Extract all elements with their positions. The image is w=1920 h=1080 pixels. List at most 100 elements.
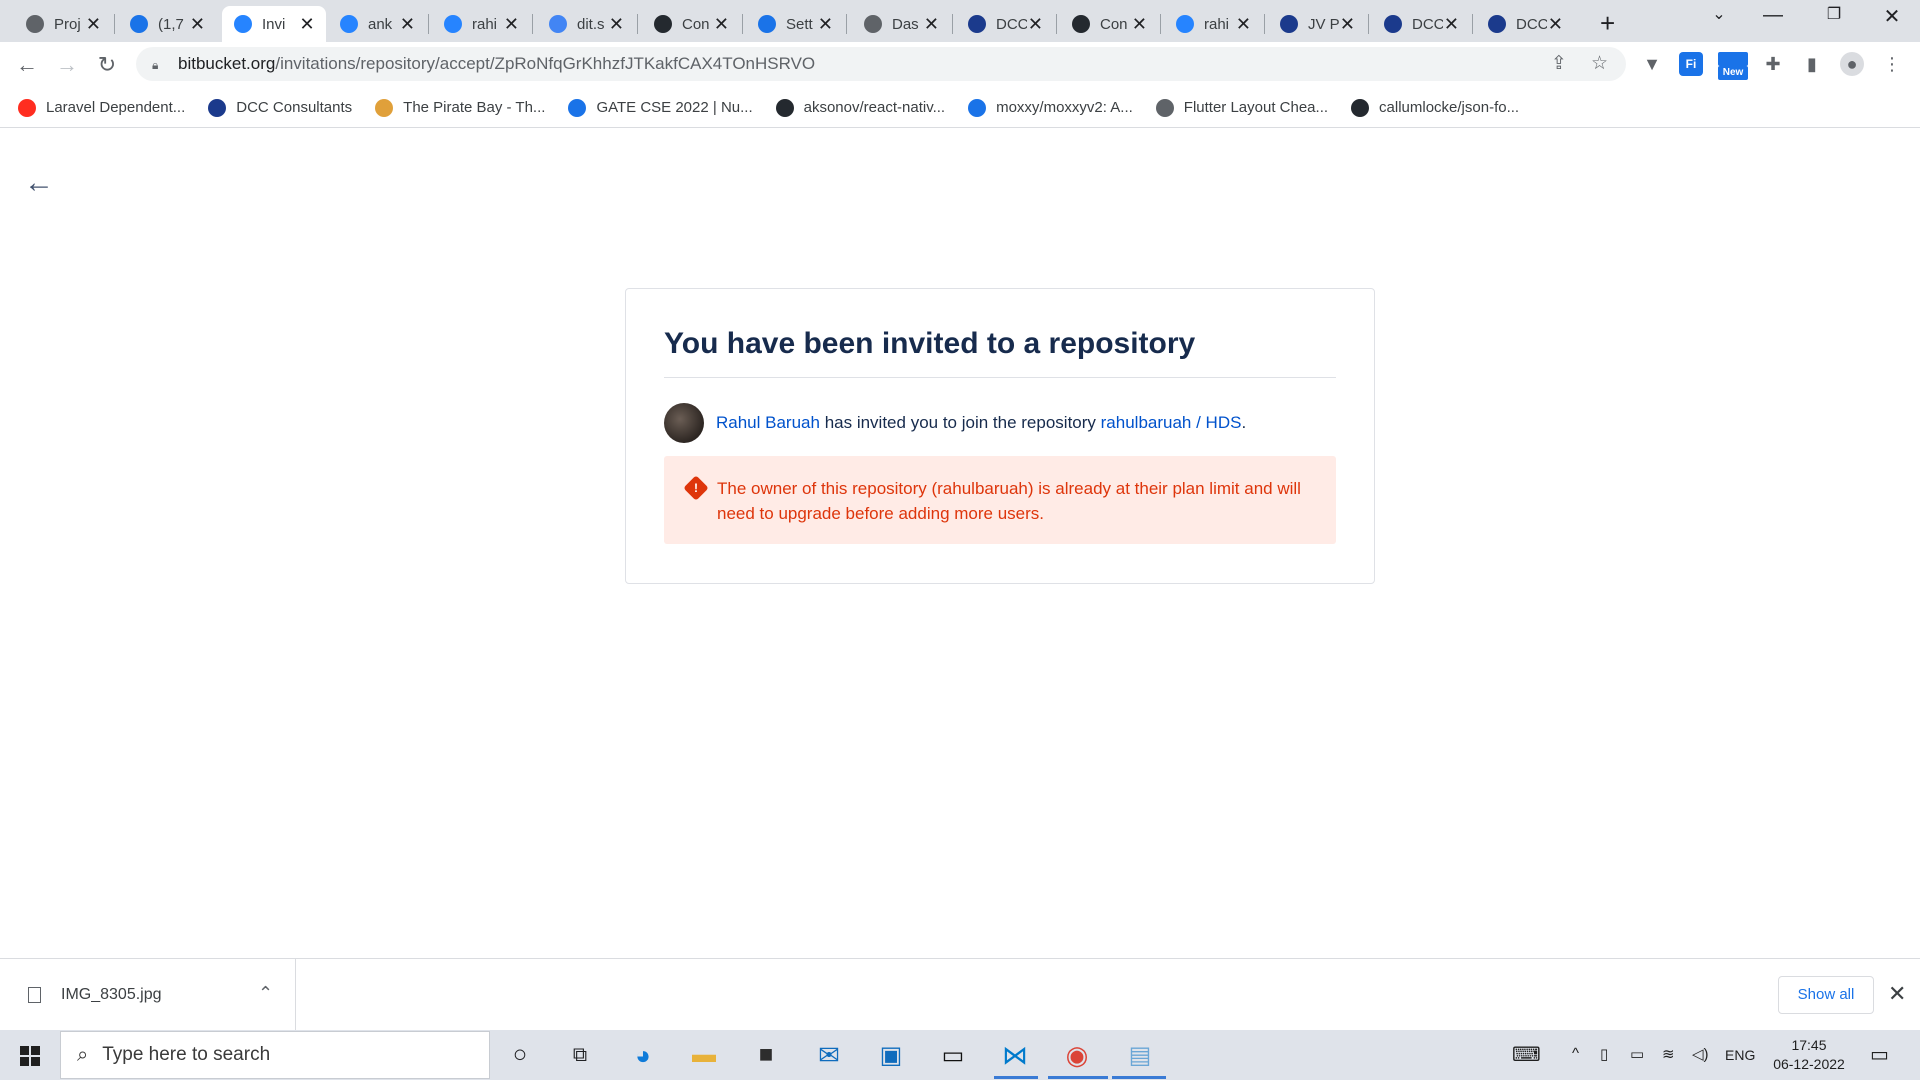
vuetify-extension-icon[interactable]: ▼ xyxy=(1640,52,1664,76)
close-tab-icon[interactable]: ✕ xyxy=(1443,14,1460,35)
cortana-icon[interactable]: ○ xyxy=(503,1038,537,1072)
mail-icon[interactable]: ✉ xyxy=(812,1038,846,1072)
gear-icon xyxy=(758,15,776,33)
device-icon[interactable]: ▯ xyxy=(1600,1045,1608,1063)
keyboard-icon[interactable]: ⌨ xyxy=(1512,1042,1541,1067)
minimize-button[interactable]: — xyxy=(1753,4,1793,27)
browser-tab[interactable]: Proj ✕ xyxy=(14,6,112,42)
tab-title: DCC xyxy=(996,15,1027,33)
profile-avatar-icon[interactable]: ● xyxy=(1840,52,1864,76)
repository-link[interactable]: rahulbaruah / HDS xyxy=(1101,413,1242,433)
browser-tab[interactable]: Con ✕ xyxy=(1060,6,1158,42)
browser-tab[interactable]: Sett ✕ xyxy=(746,6,844,42)
tab-title: JV P xyxy=(1308,15,1339,33)
close-tab-icon[interactable]: ✕ xyxy=(1235,14,1252,35)
tab-separator xyxy=(114,14,115,34)
browser-tab[interactable]: Con ✕ xyxy=(642,6,740,42)
browser-tab[interactable]: DCC ✕ xyxy=(956,6,1054,42)
edge-icon[interactable]: ◕ xyxy=(626,1038,660,1072)
notifications-icon[interactable]: ▭ xyxy=(1870,1042,1889,1067)
address-bar[interactable]: 🔒︎ bitbucket.org/invitations/repository/… xyxy=(136,47,1626,81)
store-icon[interactable]: ■ xyxy=(749,1038,783,1072)
close-tab-icon[interactable]: ✕ xyxy=(1339,14,1356,35)
browser-tab[interactable]: rahi ✕ xyxy=(432,6,530,42)
close-tab-icon[interactable]: ✕ xyxy=(608,14,625,35)
chevron-up-icon[interactable]: ⌃ xyxy=(258,983,273,1004)
new-tab-button[interactable]: + xyxy=(1600,8,1615,39)
bookmark-label: GATE CSE 2022 | Nu... xyxy=(596,99,753,116)
close-tab-icon[interactable]: ✕ xyxy=(817,14,834,35)
terminal-icon[interactable]: ▭ xyxy=(936,1038,970,1072)
browser-tab[interactable]: (1,7 ✕ xyxy=(118,6,216,42)
side-panel-icon[interactable]: ▮ xyxy=(1800,52,1824,76)
close-tab-icon[interactable]: ✕ xyxy=(1027,14,1044,35)
notepad-icon[interactable]: ▤ xyxy=(1123,1038,1157,1072)
tab-title: Con xyxy=(1100,15,1128,33)
moxxy-icon xyxy=(968,98,987,117)
new-extension-icon[interactable]: New xyxy=(1718,52,1748,80)
browser-tab[interactable]: DCC ✕ xyxy=(1372,6,1470,42)
tab-title: dit.s xyxy=(577,15,605,33)
forward-button[interactable]: → xyxy=(52,50,82,80)
back-arrow-icon[interactable]: ← xyxy=(24,166,54,200)
bookmark-star-icon[interactable]: ☆ xyxy=(1591,52,1608,75)
language-indicator[interactable]: ENG xyxy=(1725,1047,1755,1063)
close-tab-icon[interactable]: ✕ xyxy=(399,14,416,35)
show-hidden-icons-chevron[interactable]: ^ xyxy=(1572,1045,1579,1062)
tab-search-chevron-icon[interactable]: ⌄ xyxy=(1699,4,1739,24)
bookmark-item[interactable]: The Pirate Bay - Th... xyxy=(375,98,545,117)
extensions-puzzle-icon[interactable]: ✚ xyxy=(1761,52,1785,76)
close-tab-icon[interactable]: ✕ xyxy=(1131,14,1148,35)
close-window-button[interactable]: ✕ xyxy=(1872,4,1912,29)
bookmark-label: moxxy/moxxyv2: A... xyxy=(996,99,1133,116)
browser-tab[interactable]: DCC ✕ xyxy=(1476,6,1574,42)
lock-icon[interactable]: 🔒︎ xyxy=(152,58,164,72)
windows-start-icon[interactable] xyxy=(20,1046,40,1066)
browser-toolbar: ← → ↻ 🔒︎ bitbucket.org/invitations/repos… xyxy=(0,42,1920,88)
clock[interactable]: 17:45 06-12-2022 xyxy=(1766,1036,1852,1074)
chrome-icon[interactable]: ◉ xyxy=(1060,1038,1094,1072)
inviter-avatar[interactable] xyxy=(664,403,704,443)
file-explorer-icon[interactable]: ▬ xyxy=(687,1038,721,1072)
close-tab-icon[interactable]: ✕ xyxy=(503,14,520,35)
battery-icon[interactable]: ▭ xyxy=(1630,1045,1644,1063)
bookmark-item[interactable]: DCC Consultants xyxy=(208,98,352,117)
close-shelf-icon[interactable]: ✕ xyxy=(1888,981,1906,1007)
dell-app-icon[interactable]: ▣ xyxy=(874,1038,908,1072)
close-tab-icon[interactable]: ✕ xyxy=(923,14,940,35)
restore-button[interactable]: ❐ xyxy=(1814,4,1854,24)
close-tab-icon[interactable]: ✕ xyxy=(85,14,102,35)
download-item[interactable]: IMG_8305.jpg xyxy=(0,959,296,1031)
bookmark-item[interactable]: aksonov/react-nativ... xyxy=(775,98,945,117)
share-icon[interactable]: ⇪ xyxy=(1551,52,1567,75)
browser-tab[interactable]: rahi ✕ xyxy=(1164,6,1262,42)
volume-icon[interactable]: ◁) xyxy=(1692,1045,1709,1063)
bookmark-item[interactable]: moxxy/moxxyv2: A... xyxy=(968,98,1133,117)
task-view-icon[interactable]: ⧉ xyxy=(563,1038,597,1072)
close-tab-icon[interactable]: ✕ xyxy=(189,14,206,35)
vscode-icon[interactable]: ⋈ xyxy=(998,1038,1032,1072)
browser-tab[interactable]: ank ✕ xyxy=(328,6,426,42)
close-tab-icon[interactable]: ✕ xyxy=(298,14,316,35)
back-button[interactable]: ← xyxy=(12,50,42,80)
translate-extension-icon[interactable]: Fi xyxy=(1679,52,1703,76)
chrome-menu-icon[interactable]: ⋮ xyxy=(1880,52,1904,76)
browser-tab[interactable]: JV P ✕ xyxy=(1268,6,1366,42)
reload-button[interactable]: ↻ xyxy=(92,50,122,80)
github-icon xyxy=(654,15,672,33)
bookmark-item[interactable]: Flutter Layout Chea... xyxy=(1155,98,1328,117)
bookmark-item[interactable]: Laravel Dependent... xyxy=(18,98,185,117)
bookmark-item[interactable]: GATE CSE 2022 | Nu... xyxy=(568,98,753,117)
bookmark-item[interactable]: callumlocke/json-fo... xyxy=(1351,98,1519,117)
wifi-icon[interactable]: ≋ xyxy=(1662,1045,1675,1063)
browser-tab[interactable]: Invi ✕ xyxy=(222,6,326,42)
browser-tab[interactable]: dit.s ✕ xyxy=(537,6,635,42)
taskbar-search-box[interactable]: ⌕ Type here to search xyxy=(60,1031,490,1079)
close-tab-icon[interactable]: ✕ xyxy=(1547,14,1564,35)
close-tab-icon[interactable]: ✕ xyxy=(713,14,730,35)
browser-tab[interactable]: Das ✕ xyxy=(852,6,950,42)
show-all-button[interactable]: Show all xyxy=(1778,976,1874,1014)
pirate-ship-icon xyxy=(375,98,394,117)
inviter-link[interactable]: Rahul Baruah xyxy=(716,413,820,433)
tab-title: Invi xyxy=(262,15,286,33)
